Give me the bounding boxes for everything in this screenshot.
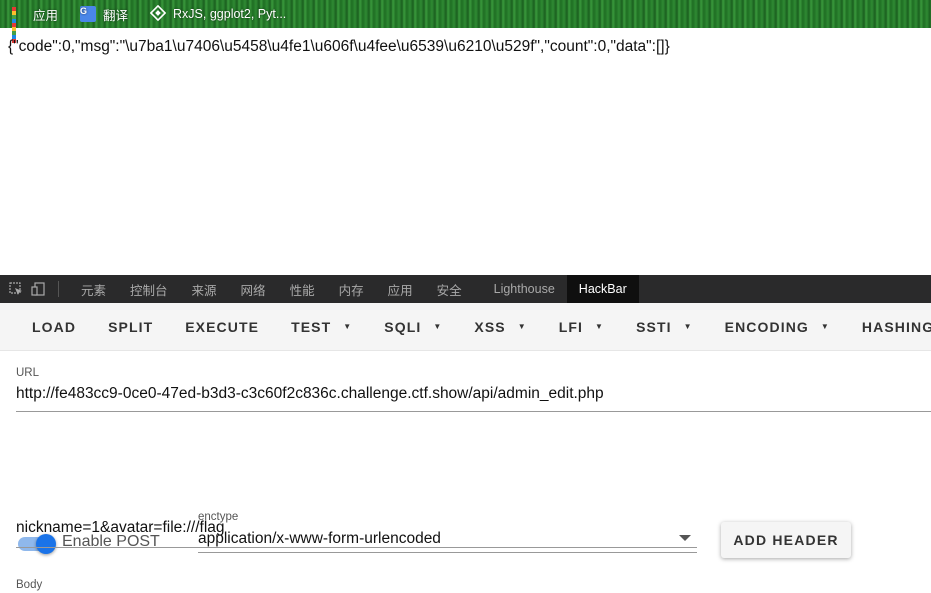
devtools-panel: 元素 控制台 来源 网络 性能 内存 应用 安全 Lighthouse Hack… bbox=[0, 275, 931, 593]
body-input[interactable]: nickname=1&avatar=file:///flag bbox=[16, 519, 225, 537]
bookmark-label: RxJS, ggplot2, Pyt... bbox=[173, 7, 287, 21]
button-label: XSS bbox=[474, 318, 506, 335]
inspect-icon[interactable] bbox=[8, 281, 24, 297]
ssti-menu-button[interactable]: SSTI ▼ bbox=[620, 303, 709, 351]
tab-application[interactable]: 应用 bbox=[376, 275, 425, 303]
apps-grid-icon bbox=[12, 7, 26, 43]
hashing-menu-button[interactable]: HASHING bbox=[846, 303, 931, 351]
caret-down-icon: ▼ bbox=[343, 322, 353, 331]
xss-menu-button[interactable]: XSS ▼ bbox=[458, 303, 542, 351]
button-label: HASHING bbox=[861, 318, 931, 335]
body-underline bbox=[16, 547, 697, 548]
hackbar-toolbar: LOAD SPLIT EXECUTE TEST ▼ SQLI ▼ XSS ▼ LFI ▼… bbox=[0, 303, 931, 351]
json-response: {"code":0,"msg":"\u7ba1\u7406\u5458\u4fe… bbox=[8, 38, 670, 55]
hackbar-form: URL http://fe483cc9-0ce0-47ed-b3d3-c3c60… bbox=[0, 351, 931, 593]
device-toggle-icon[interactable] bbox=[30, 281, 46, 297]
button-label: SPLIT bbox=[108, 318, 154, 335]
button-label: SSTI bbox=[636, 318, 672, 335]
button-label: LOAD bbox=[32, 318, 77, 335]
toggle-knob bbox=[36, 534, 56, 554]
caret-down-icon: ▼ bbox=[433, 322, 443, 331]
tab-performance[interactable]: 性能 bbox=[278, 275, 327, 303]
caret-down-icon: ▼ bbox=[595, 322, 605, 331]
bookmarks-bar: 应用 G 翻译 RxJS, ggplot2, Pyt... bbox=[0, 0, 931, 43]
body-label: Body bbox=[16, 579, 43, 591]
bookmark-apps[interactable]: 应用 bbox=[12, 5, 59, 43]
bookmark-site[interactable]: RxJS, ggplot2, Pyt... bbox=[149, 4, 287, 24]
url-input[interactable]: http://fe483cc9-0ce0-47ed-b3d3-c3c60f2c8… bbox=[16, 385, 604, 403]
tab-elements[interactable]: 元素 bbox=[69, 275, 118, 303]
caret-down-icon: ▼ bbox=[517, 322, 527, 331]
tab-memory[interactable]: 内存 bbox=[327, 275, 376, 303]
chevron-down-icon[interactable] bbox=[679, 535, 691, 541]
split-button[interactable]: SPLIT bbox=[92, 303, 169, 351]
bookmark-label: 应用 bbox=[33, 8, 59, 23]
button-label: ENCODING bbox=[724, 318, 809, 335]
devtools-tabbar: 元素 控制台 来源 网络 性能 内存 应用 安全 Lighthouse Hack… bbox=[0, 275, 931, 303]
button-label: EXECUTE bbox=[185, 318, 260, 335]
tab-console[interactable]: 控制台 bbox=[118, 275, 180, 303]
test-menu-button[interactable]: TEST ▼ bbox=[275, 303, 368, 351]
tabbar-divider bbox=[58, 281, 59, 297]
bookmark-translate[interactable]: G 翻译 bbox=[80, 5, 128, 24]
url-label: URL bbox=[16, 367, 40, 379]
button-label: LFI bbox=[558, 318, 584, 335]
caret-down-icon: ▼ bbox=[683, 322, 693, 331]
enctype-select[interactable]: application/x-www-form-urlencoded bbox=[198, 530, 441, 548]
translate-icon: G bbox=[80, 6, 97, 22]
button-label: TEST bbox=[291, 318, 332, 335]
lfi-menu-button[interactable]: LFI ▼ bbox=[543, 303, 620, 351]
site-icon bbox=[149, 4, 167, 24]
add-header-button[interactable]: ADD HEADER bbox=[721, 522, 851, 558]
sqli-menu-button[interactable]: SQLI ▼ bbox=[368, 303, 458, 351]
load-button[interactable]: LOAD bbox=[16, 303, 92, 351]
enctype-underline bbox=[198, 552, 697, 553]
button-label: SQLI bbox=[384, 318, 422, 335]
tab-lighthouse[interactable]: Lighthouse bbox=[482, 275, 567, 303]
tab-security[interactable]: 安全 bbox=[425, 275, 474, 303]
encoding-menu-button[interactable]: ENCODING ▼ bbox=[709, 303, 846, 351]
caret-down-icon: ▼ bbox=[820, 322, 830, 331]
tab-network[interactable]: 网络 bbox=[229, 275, 278, 303]
tab-hackbar[interactable]: HackBar bbox=[566, 275, 639, 303]
bookmark-label: 翻译 bbox=[103, 8, 129, 23]
execute-button[interactable]: EXECUTE bbox=[169, 303, 275, 351]
url-underline bbox=[16, 411, 931, 412]
tab-sources[interactable]: 来源 bbox=[180, 275, 229, 303]
